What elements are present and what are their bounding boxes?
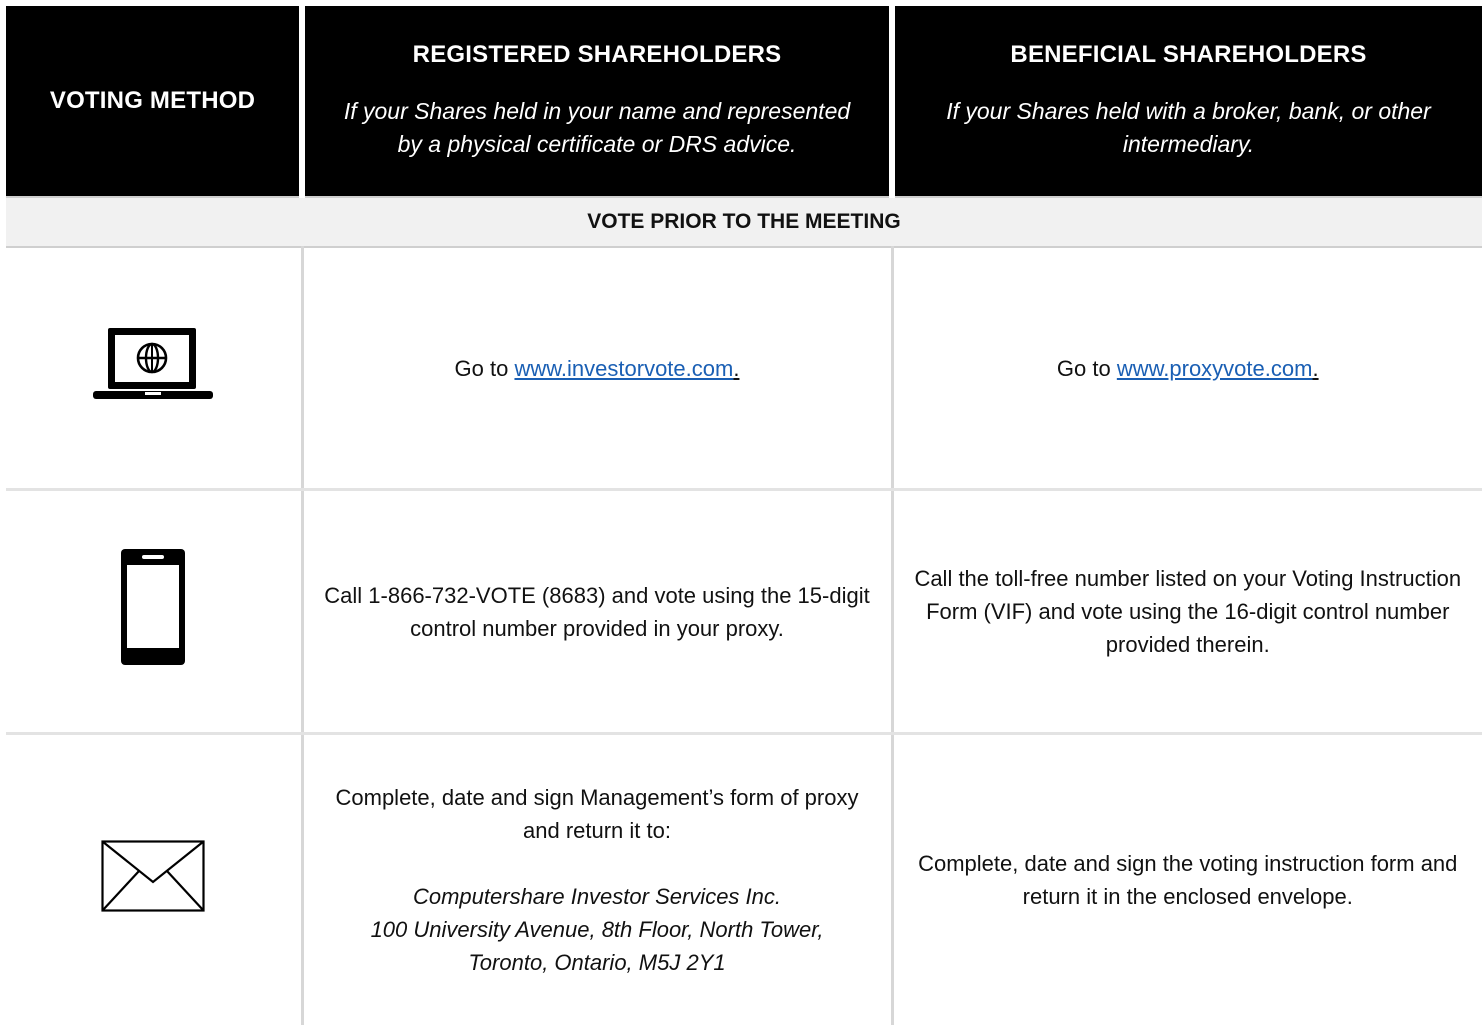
investorvote-link[interactable]: www.investorvote.com [514,356,733,381]
table-row: Complete, date and sign Management’s for… [6,734,1482,1025]
registered-internet-suffix: . [733,356,739,381]
beneficial-internet-suffix: . [1312,356,1318,381]
registered-mail-instructions: Complete, date and sign Management’s for… [320,781,875,847]
voting-methods-table: VOTING METHOD REGISTERED SHAREHOLDERS If… [6,6,1482,1025]
header-beneficial-shareholders: BENEFICIAL SHAREHOLDERS If your Shares h… [892,6,1482,197]
mail-address-line-1: Computershare Investor Services Inc. [320,880,875,913]
header-registered-subtitle: If your Shares held in your name and rep… [305,95,889,161]
beneficial-mail-cell: Complete, date and sign the voting instr… [892,734,1482,1025]
envelope-icon [101,840,205,921]
beneficial-internet-cell: Go to www.proxyvote.com. [892,247,1482,490]
mail-address-line-2: 100 University Avenue, 8th Floor, North … [320,913,875,946]
registered-internet-prefix: Go to [455,356,515,381]
header-voting-method-title: VOTING METHOD [6,87,299,115]
registered-phone-text: Call 1-866-732-VOTE (8683) and vote usin… [304,579,891,645]
laptop-globe-icon [91,325,215,412]
method-cell-mail [6,734,302,1025]
table-row: Go to www.investorvote.com. Go to www.pr… [6,247,1482,490]
header-beneficial-subtitle: If your Shares held with a broker, bank,… [895,95,1482,161]
header-registered-shareholders: REGISTERED SHAREHOLDERS If your Shares h… [302,6,892,197]
table-row: Call 1-866-732-VOTE (8683) and vote usin… [6,490,1482,734]
section-row: VOTE PRIOR TO THE MEETING [6,197,1482,247]
section-label: VOTE PRIOR TO THE MEETING [6,197,1482,247]
header-registered-title: REGISTERED SHAREHOLDERS [305,41,889,69]
registered-phone-cell: Call 1-866-732-VOTE (8683) and vote usin… [302,490,892,734]
method-cell-internet [6,247,302,490]
header-voting-method: VOTING METHOD [6,6,302,197]
registered-mail-cell: Complete, date and sign Management’s for… [302,734,892,1025]
header-beneficial-title: BENEFICIAL SHAREHOLDERS [895,41,1482,69]
beneficial-internet-prefix: Go to [1057,356,1117,381]
registered-internet-cell: Go to www.investorvote.com. [302,247,892,490]
beneficial-phone-text: Call the toll-free number listed on your… [894,562,1483,661]
method-cell-phone [6,490,302,734]
table-header-row: VOTING METHOD REGISTERED SHAREHOLDERS If… [6,6,1482,197]
beneficial-mail-text: Complete, date and sign the voting instr… [894,847,1483,913]
mobile-phone-icon [120,548,186,675]
proxyvote-link[interactable]: www.proxyvote.com [1117,356,1313,381]
beneficial-phone-cell: Call the toll-free number listed on your… [892,490,1482,734]
mail-address-line-3: Toronto, Ontario, M5J 2Y1 [320,946,875,979]
